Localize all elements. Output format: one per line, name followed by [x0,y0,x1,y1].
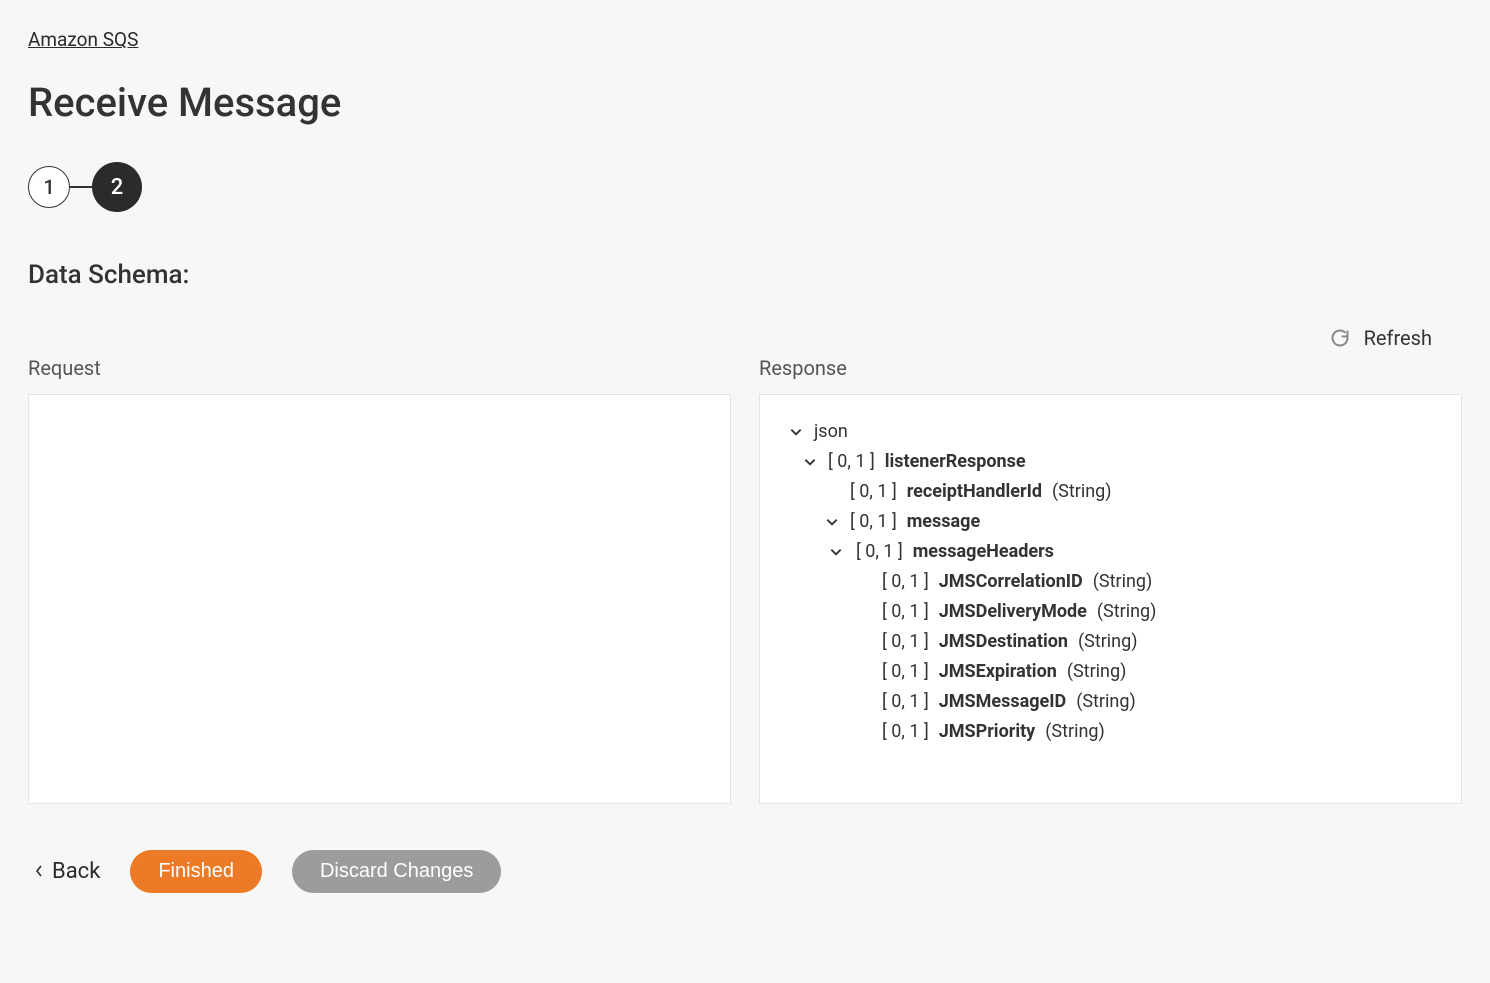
back-button[interactable]: Back [34,859,100,884]
stepper: 1 2 [28,162,1462,212]
chevron-left-icon [34,859,44,884]
chevron-down-icon[interactable] [788,425,804,439]
chevron-down-icon[interactable] [802,455,818,469]
tree-node-label: messageHeaders [913,543,1054,561]
tree-node-jms-expiration[interactable]: [ 0, 1 ] JMSExpiration (String) [776,657,1445,687]
tree-node-cardinality: [ 0, 1 ] [882,663,929,681]
tree-node-cardinality: [ 0, 1 ] [882,633,929,651]
tree-node-jms-priority[interactable]: [ 0, 1 ] JMSPriority (String) [776,717,1445,747]
page-title: Receive Message [28,79,1462,126]
response-panel: json [ 0, 1 ] listenerResponse [ 0, 1 ] … [759,394,1462,804]
section-heading: Data Schema: [28,260,1462,290]
tree-node-jms-message-id[interactable]: [ 0, 1 ] JMSMessageID (String) [776,687,1445,717]
tree-node-jms-delivery-mode[interactable]: [ 0, 1 ] JMSDeliveryMode (String) [776,597,1445,627]
tree-node-type: (String) [1076,693,1136,711]
tree-node-jms-correlation-id[interactable]: [ 0, 1 ] JMSCorrelationID (String) [776,567,1445,597]
stepper-connector [70,186,92,188]
tree-node-listener-response[interactable]: [ 0, 1 ] listenerResponse [776,447,1445,477]
discard-changes-button[interactable]: Discard Changes [292,850,501,893]
tree-node-cardinality: [ 0, 1 ] [882,603,929,621]
tree-node-label: JMSExpiration [939,663,1057,681]
breadcrumb-link[interactable]: Amazon SQS [28,28,138,51]
response-column-header: Response [759,356,1462,380]
tree-node-cardinality: [ 0, 1 ] [856,543,903,561]
tree-node-cardinality: [ 0, 1 ] [882,693,929,711]
tree-node-label: listenerResponse [885,453,1026,471]
tree-node-type: (String) [1045,723,1105,741]
tree-node-cardinality: [ 0, 1 ] [882,723,929,741]
tree-node-cardinality: [ 0, 1 ] [850,513,897,531]
tree-node-label: JMSDeliveryMode [939,603,1087,621]
back-button-label: Back [52,859,100,884]
refresh-button[interactable]: Refresh [1364,326,1432,350]
tree-node-label: JMSMessageID [939,693,1066,711]
tree-node-label: json [814,423,848,441]
tree-node-label: JMSCorrelationID [939,573,1083,591]
tree-node-message-headers[interactable]: [ 0, 1 ] messageHeaders [776,537,1445,567]
tree-node-label: receiptHandlerId [907,483,1042,501]
tree-node-message[interactable]: [ 0, 1 ] message [776,507,1445,537]
tree-node-jms-destination[interactable]: [ 0, 1 ] JMSDestination (String) [776,627,1445,657]
request-column-header: Request [28,356,731,380]
step-2[interactable]: 2 [92,162,142,212]
tree-node-type: (String) [1067,663,1127,681]
chevron-down-icon[interactable] [828,545,844,559]
chevron-down-icon[interactable] [824,515,840,529]
tree-node-type: (String) [1093,573,1153,591]
tree-node-cardinality: [ 0, 1 ] [828,453,875,471]
request-panel [28,394,731,804]
tree-node-receipt-handler-id[interactable]: [ 0, 1 ] receiptHandlerId (String) [776,477,1445,507]
tree-node-json[interactable]: json [776,417,1445,447]
tree-node-cardinality: [ 0, 1 ] [882,573,929,591]
step-1[interactable]: 1 [28,166,70,208]
tree-node-label: message [907,513,980,531]
tree-node-type: (String) [1052,483,1112,501]
refresh-icon[interactable] [1330,328,1350,348]
tree-node-type: (String) [1078,633,1138,651]
tree-node-label: JMSPriority [939,723,1036,741]
tree-node-type: (String) [1097,603,1157,621]
finished-button[interactable]: Finished [130,850,262,893]
tree-node-cardinality: [ 0, 1 ] [850,483,897,501]
tree-node-label: JMSDestination [939,633,1068,651]
